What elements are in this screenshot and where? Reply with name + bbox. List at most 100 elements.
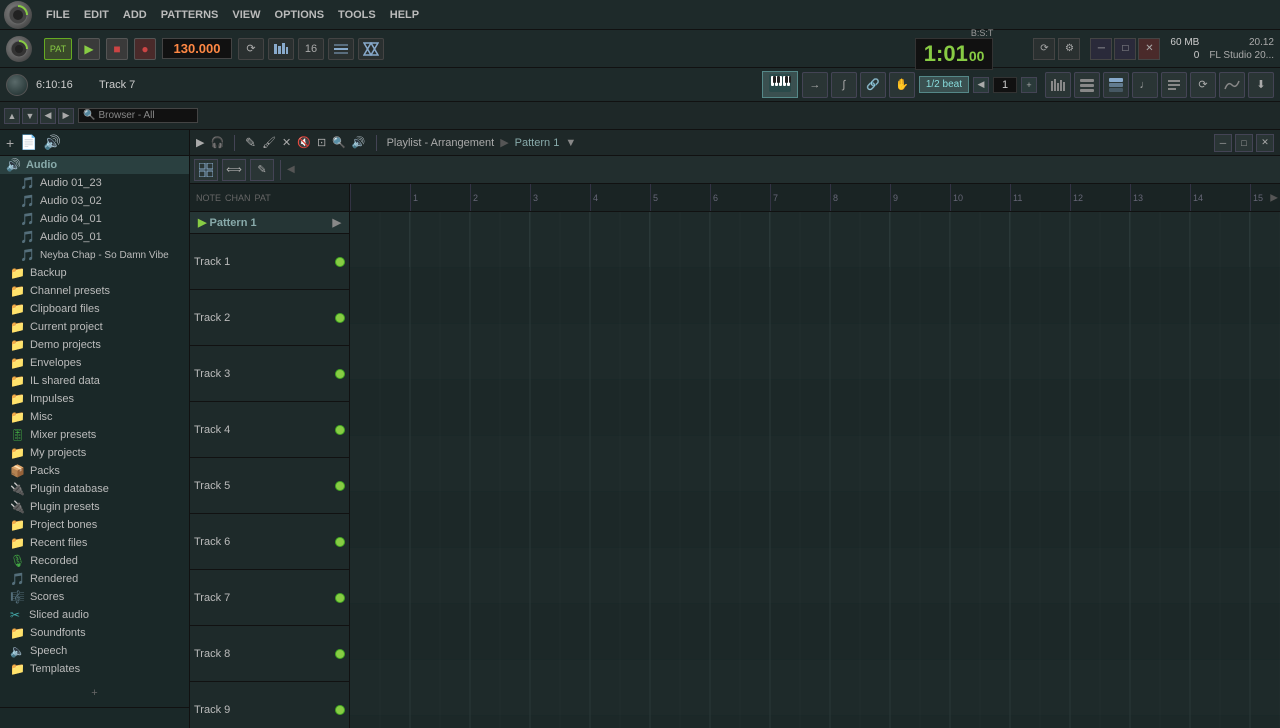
piano-roll-button[interactable] <box>762 71 798 98</box>
browser-item-mixer-presets[interactable]: 🎚 Mixer presets <box>0 426 189 444</box>
volume-icon[interactable]: 🔊 <box>352 136 366 149</box>
table-row[interactable]: Track 9 <box>190 682 349 728</box>
table-row[interactable]: Track 8 <box>190 626 349 682</box>
browser-item-demo[interactable]: 📁 Demo projects <box>0 336 189 354</box>
snap-button[interactable]: → <box>802 72 828 98</box>
menu-patterns[interactable]: PATTERNS <box>155 7 225 23</box>
mixer-button[interactable] <box>1045 72 1071 98</box>
headphones-icon[interactable]: 🎧 <box>210 136 224 149</box>
paint-icon[interactable]: 🖌 <box>262 136 276 149</box>
link-button[interactable]: 🔗 <box>860 72 886 98</box>
grid-row-5[interactable] <box>350 436 1280 492</box>
grid-row-9[interactable] <box>350 660 1280 716</box>
browser-item-backup[interactable]: 📁 Backup <box>0 264 189 282</box>
pt-move-icon[interactable]: ⟺ <box>222 159 246 181</box>
table-row[interactable]: Track 1 <box>190 234 349 290</box>
browser-item-envelopes[interactable]: 📁 Envelopes <box>0 354 189 372</box>
draw-icon[interactable]: ✎ <box>245 135 256 151</box>
table-row[interactable]: Track 2 <box>190 290 349 346</box>
browser-item-recent-files[interactable]: 📁 Recent files <box>0 534 189 552</box>
delete-icon[interactable]: ✕ <box>282 136 291 149</box>
browser-nav-right[interactable]: ▶ <box>58 108 74 124</box>
grid-row-2[interactable] <box>350 268 1280 324</box>
playlist-button[interactable] <box>1103 72 1129 98</box>
browser-item-impulses[interactable]: 📁 Impulses <box>0 390 189 408</box>
stop-button[interactable]: ■ <box>106 38 128 60</box>
browser-item-project-bones[interactable]: 📁 Project bones <box>0 516 189 534</box>
browser-item-channel-presets[interactable]: 📁 Channel presets <box>0 282 189 300</box>
mute-icon[interactable]: 🔇 <box>297 136 311 149</box>
menu-file[interactable]: FILE <box>40 7 76 23</box>
minimize-button[interactable]: ─ <box>1090 38 1112 60</box>
table-row[interactable]: Track 5 <box>190 458 349 514</box>
browser-item-packs[interactable]: 📦 Packs <box>0 462 189 480</box>
grid-scroll-left[interactable]: ◀ <box>287 164 295 175</box>
play-button[interactable]: ▶ <box>78 38 100 60</box>
piano-view-button[interactable]: ♩ <box>1132 72 1158 98</box>
eq-button[interactable] <box>1219 72 1245 98</box>
playlist-close-btn[interactable]: ✕ <box>1256 134 1274 152</box>
transport-icon-5[interactable] <box>358 38 384 60</box>
browser-add-button[interactable]: + <box>0 678 189 708</box>
playlist-minimize-btn[interactable]: ─ <box>1214 134 1232 152</box>
app-logo[interactable] <box>4 1 32 29</box>
beat-selector[interactable]: 1/2 beat <box>919 76 969 93</box>
ruler-scroll-right[interactable]: ▶ <box>1270 192 1278 203</box>
magnet-button[interactable]: ∫ <box>831 72 857 98</box>
pt-grid-icon[interactable] <box>194 159 218 181</box>
maximize-button[interactable]: □ <box>1114 38 1136 60</box>
beat-prev-button[interactable]: ◀ <box>973 77 989 93</box>
browser-item-audio05[interactable]: 🎵 Audio 05_01 <box>0 228 189 246</box>
table-row[interactable]: Track 4 <box>190 402 349 458</box>
table-row[interactable]: Track 7 <box>190 570 349 626</box>
step-plus-button[interactable]: + <box>1021 77 1037 93</box>
pattern-name-section[interactable]: ▶ Pattern 1 ▶ <box>190 212 349 234</box>
time-display[interactable]: 1:01 <box>924 41 968 67</box>
browser-item-misc[interactable]: 📁 Misc <box>0 408 189 426</box>
settings-icon[interactable]: ⚙ <box>1058 38 1080 60</box>
browser-item-audio[interactable]: 🔊 Audio <box>0 156 189 174</box>
select-icon[interactable]: ⊡ <box>317 136 326 149</box>
browser-add-icon[interactable]: + <box>6 135 14 151</box>
pattern-expand[interactable]: ▶ <box>333 216 341 229</box>
browser-item-templates[interactable]: 📁 Templates <box>0 660 189 678</box>
browser-item-rendered[interactable]: 🎵 Rendered <box>0 570 189 588</box>
browser-item-audio01[interactable]: 🎵 Audio 01_23 <box>0 174 189 192</box>
browser-item-my-projects[interactable]: 📁 My projects <box>0 444 189 462</box>
browser-speaker-icon[interactable]: 🔊 <box>44 134 61 151</box>
touch-button[interactable]: ✋ <box>889 72 915 98</box>
table-row[interactable]: Track 3 <box>190 346 349 402</box>
close-button[interactable]: ✕ <box>1138 38 1160 60</box>
pt-pencil-icon[interactable]: ✎ <box>250 159 274 181</box>
menu-edit[interactable]: EDIT <box>78 7 115 23</box>
playlist-pattern-arrow[interactable]: ▼ <box>565 137 576 149</box>
browser-item-current-project[interactable]: 📁 Current project <box>0 318 189 336</box>
bpm-display[interactable]: 130.000 <box>162 38 232 59</box>
grid-row-10[interactable] <box>350 716 1280 728</box>
grid-row-4[interactable] <box>350 380 1280 436</box>
transport-icon-1[interactable]: ⟳ <box>238 38 264 60</box>
browser-item-neyba[interactable]: 🎵 Neyba Chap - So Damn Vibe <box>0 246 189 264</box>
browser-item-scores[interactable]: 🎼 Scores <box>0 588 189 606</box>
grid-row-1[interactable] <box>350 212 1280 268</box>
transport-icon-3[interactable]: 16 <box>298 38 324 60</box>
browser-item-sliced-audio[interactable]: ✂ Sliced audio <box>0 606 189 624</box>
grid-row-6[interactable] <box>350 492 1280 548</box>
grid-row-3[interactable] <box>350 324 1280 380</box>
menu-tools[interactable]: TOOLS <box>332 7 382 23</box>
playlist-maximize-btn[interactable]: □ <box>1235 134 1253 152</box>
browser-item-plugin-presets[interactable]: 🔌 Plugin presets <box>0 498 189 516</box>
browser-nav-down[interactable]: ▼ <box>22 108 38 124</box>
menu-add[interactable]: ADD <box>117 7 153 23</box>
playlist-play-icon[interactable]: ▶ <box>196 136 204 149</box>
browser-nav-left[interactable]: ◀ <box>40 108 56 124</box>
browser-item-clipboard[interactable]: 📁 Clipboard files <box>0 300 189 318</box>
browser-item-recorded[interactable]: 🎙 Recorded <box>0 552 189 570</box>
pattern-grid[interactable] <box>350 212 1280 728</box>
pattern-button[interactable]: ⟳ <box>1190 72 1216 98</box>
transport-logo[interactable] <box>6 36 32 62</box>
transport-icon-2[interactable] <box>268 38 294 60</box>
pat-button[interactable]: PAT <box>44 38 72 60</box>
grid-row-8[interactable] <box>350 604 1280 660</box>
browser-item-plugin-db[interactable]: 🔌 Plugin database <box>0 480 189 498</box>
